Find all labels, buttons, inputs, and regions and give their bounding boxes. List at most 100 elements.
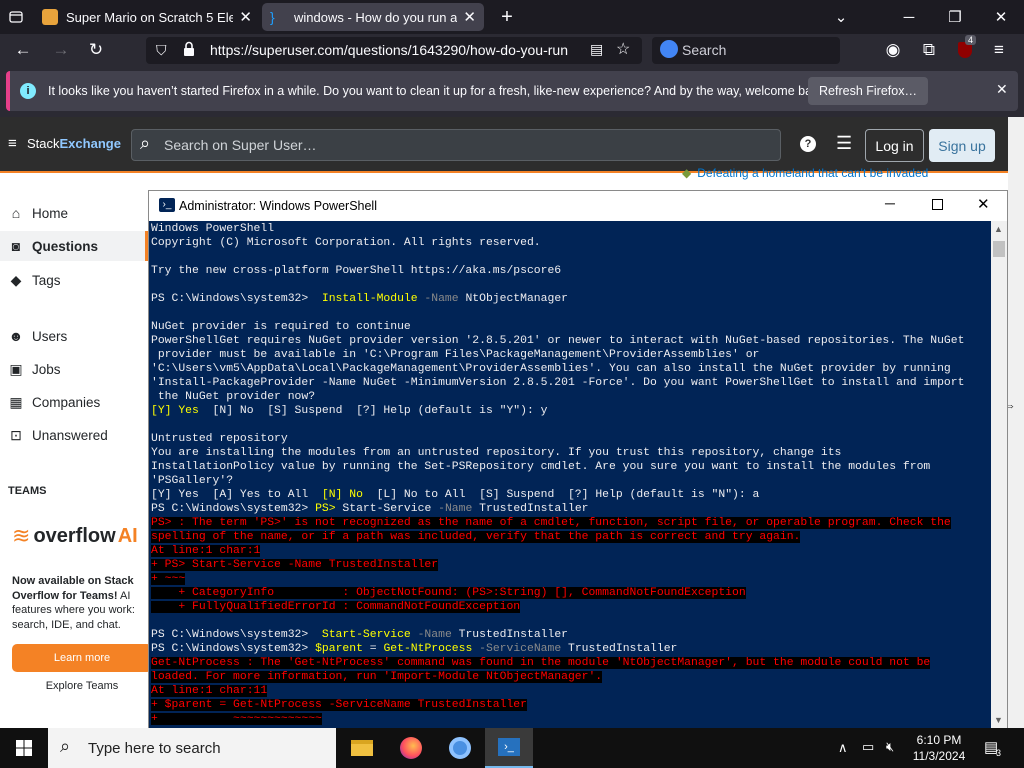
console-text: Windows PowerShell xyxy=(151,223,275,235)
extensions-icon[interactable]: ⧉ xyxy=(916,38,942,62)
explore-teams-link[interactable]: Explore Teams xyxy=(12,680,152,692)
nav-users[interactable]: ☻ Users xyxy=(8,328,68,344)
ublock-extension-icon[interactable]: 4 xyxy=(952,35,978,62)
restore-window-icon[interactable]: ❐ xyxy=(932,0,978,34)
console-error-text: + PS> Start-Service -Name TrustedInstall… xyxy=(151,559,439,571)
nav-jobs[interactable]: ▣ Jobs xyxy=(8,361,60,378)
hamburger-menu-icon[interactable]: ≡ xyxy=(986,38,1012,62)
bookmark-star-icon[interactable]: ☆ xyxy=(616,39,630,59)
forward-arrow-icon[interactable]: → xyxy=(48,38,74,62)
back-arrow-icon[interactable]: ← xyxy=(10,38,36,62)
network-icon[interactable]: ▭ xyxy=(862,739,874,755)
console-line: spelling of the name, or if a path was i… xyxy=(151,530,801,544)
chrome-icon[interactable] xyxy=(436,728,484,768)
console-line: 'Install-PackageProvider -Name NuGet -Mi… xyxy=(151,376,964,390)
console-text: NtObjectManager xyxy=(465,293,568,305)
console-text: [L] No to All [S] Suspend [?] Help (defa… xyxy=(362,489,760,501)
powershell-taskbar-icon[interactable]: ›_ xyxy=(485,728,533,768)
scroll-up-icon[interactable]: ▲ xyxy=(994,224,1003,234)
console-text: -ServiceName xyxy=(472,643,569,655)
overflow-ai-logo: ≋ overflow AI xyxy=(12,523,138,549)
windows-start-icon[interactable] xyxy=(0,728,48,768)
console-text: TrustedInstaller xyxy=(458,629,568,641)
browser-tab-strip: Super Mario on Scratch 5 Elevat ✕ } wind… xyxy=(0,0,1024,34)
browser-tab[interactable]: Super Mario on Scratch 5 Elevat ✕ xyxy=(34,3,260,31)
show-hidden-icons-icon[interactable]: ∧ xyxy=(838,740,848,756)
lock-icon[interactable] xyxy=(182,41,196,62)
shield-icon[interactable]: ⛉ xyxy=(156,42,167,59)
hot-question-title[interactable]: Defeating a homeland that can't be invad… xyxy=(697,166,928,180)
close-tab-icon[interactable]: ✕ xyxy=(463,8,476,26)
console-error-text: + ~~~~~~~~~~~~~ xyxy=(151,713,322,725)
browser-navigation-bar: ← → ↻ ⛉ https://superuser.com/questions/… xyxy=(0,34,1024,66)
console-line: + ~~~~~~~~~~~~~ xyxy=(151,712,322,726)
close-icon[interactable]: ✕ xyxy=(977,195,990,213)
site-switcher-menu-icon[interactable]: ≡ xyxy=(8,135,17,152)
home-icon: ⌂ xyxy=(11,205,21,221)
taskbar-clock[interactable]: 6:10 PM 11/3/2024 xyxy=(910,732,968,764)
nav-home[interactable]: ⌂ Home xyxy=(8,205,68,221)
console-line: PS> : The term 'PS>' is not recognized a… xyxy=(151,516,951,530)
console-text: PowerShellGet requires NuGet provider ve… xyxy=(151,335,965,347)
taskbar-search-placeholder: Type here to search xyxy=(88,740,221,757)
minimize-icon[interactable]: ─ xyxy=(885,195,895,211)
stack-logo-icon: ≋ xyxy=(12,523,31,548)
console-line: + $parent = Get-NtProcess -ServiceName T… xyxy=(151,698,527,712)
log-in-button[interactable]: Log in xyxy=(865,129,924,162)
console-text: provider must be available in 'C:\Progra… xyxy=(151,349,760,361)
console-text: NuGet provider is required to continue xyxy=(151,321,411,333)
browser-tab-active[interactable]: } windows - How do you run an a ✕ xyxy=(262,3,484,31)
tab-list-icon[interactable] xyxy=(0,0,32,34)
stackexchange-logo[interactable]: StackExchange xyxy=(27,136,121,151)
console-line: 'PSGallery'? xyxy=(151,474,233,488)
scroll-down-icon[interactable]: ▼ xyxy=(994,715,1003,725)
taskbar-search-input[interactable]: ⌕ Type here to search xyxy=(48,728,336,768)
powershell-console[interactable]: Windows PowerShell Copyright (C) Microsof… xyxy=(149,221,991,731)
powershell-title-bar[interactable]: ›_ Administrator: Windows PowerShell ─ ✕ xyxy=(149,191,1007,221)
account-icon[interactable]: ◉ xyxy=(880,38,906,62)
firefox-icon[interactable] xyxy=(387,728,435,768)
stack-exchange-sites-icon[interactable]: ☰ xyxy=(836,133,852,154)
close-window-icon[interactable]: ✕ xyxy=(978,0,1024,34)
maximize-icon[interactable] xyxy=(932,199,943,210)
console-text: Copyright (C) Microsoft Corporation. All… xyxy=(151,237,541,249)
console-text: Untrusted repository xyxy=(151,433,288,445)
console-scrollbar[interactable]: ▲ ▼ xyxy=(991,221,1007,731)
console-line: + CategoryInfo : ObjectNotFound: (PS>:St… xyxy=(151,586,746,600)
new-tab-icon[interactable]: + xyxy=(484,0,530,34)
nav-questions[interactable]: ◙ Questions xyxy=(8,238,98,254)
url-bar[interactable]: ⛉ https://superuser.com/questions/164329… xyxy=(146,37,642,64)
learn-more-button[interactable]: Learn more xyxy=(12,644,152,672)
nav-companies[interactable]: ▦ Companies xyxy=(8,394,100,411)
tag-icon: ◆ xyxy=(10,272,22,288)
console-text: InstallationPolicy value by running the … xyxy=(151,461,931,473)
file-explorer-icon[interactable] xyxy=(338,728,386,768)
close-tab-icon[interactable]: ✕ xyxy=(239,8,252,26)
refresh-firefox-button[interactable]: Refresh Firefox… xyxy=(808,77,928,105)
console-line: Try the new cross-platform PowerShell ht… xyxy=(151,264,561,278)
help-icon[interactable]: ? xyxy=(800,136,816,152)
console-text: PS> xyxy=(315,503,336,515)
console-line: Untrusted repository xyxy=(151,432,288,446)
console-text: PS C:\Windows\system32> xyxy=(151,293,322,305)
console-error-text: + FullyQualifiedErrorId : CommandNotFoun… xyxy=(151,601,521,613)
console-text: [N] No [S] Suspend [?] Help (default is … xyxy=(198,405,548,417)
site-search-input[interactable]: ⌕ Search on Super User… xyxy=(131,129,781,161)
notification-text: It looks like you haven’t started Firefo… xyxy=(48,84,829,98)
close-notification-icon[interactable]: ✕ xyxy=(996,81,1008,98)
minimize-window-icon[interactable]: ─ xyxy=(886,0,932,34)
page-scrollbar[interactable] xyxy=(1008,117,1024,728)
list-all-tabs-icon[interactable]: ⌄ xyxy=(818,0,864,34)
volume-muted-icon[interactable]: 🔇︎ xyxy=(886,739,894,755)
nav-tags[interactable]: ◆ Tags xyxy=(8,272,61,289)
reload-icon[interactable]: ↻ xyxy=(83,38,109,62)
nav-label: Tags xyxy=(32,273,61,288)
sign-up-button[interactable]: Sign up xyxy=(929,129,995,162)
url-text[interactable]: https://superuser.com/questions/1643290/… xyxy=(210,42,570,58)
scroll-thumb[interactable] xyxy=(993,241,1005,257)
stackexchange-header: ≡ StackExchange ⌕ Search on Super User… … xyxy=(0,117,1024,173)
hot-question-link[interactable]: ◆ Defeating a homeland that can't be inva… xyxy=(682,166,928,180)
browser-search-bar[interactable]: Search xyxy=(652,37,840,64)
nav-unanswered[interactable]: ⊡ Unanswered xyxy=(8,427,108,444)
reader-view-icon[interactable]: ▤ xyxy=(590,41,603,58)
